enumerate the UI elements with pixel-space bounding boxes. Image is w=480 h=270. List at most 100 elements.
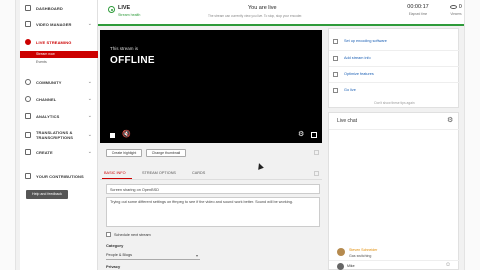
description-field[interactable]: Trying out some different settings on ff… [106,197,320,227]
create-icon [25,149,31,155]
community-icon [25,79,31,85]
info-icon [333,55,338,61]
sidebar-item-channel[interactable]: CHANNEL ⌄ [20,93,98,105]
sidebar-item-label: CHANNEL [36,96,57,102]
sidebar-item-video-manager[interactable]: VIDEO MANAGER ⌄ [20,18,98,30]
avatar [337,263,344,270]
analytics-icon [25,113,31,119]
sidebar-subitem-stream-now[interactable]: Stream now [20,51,98,58]
emoji-icon[interactable]: ☺ [445,262,451,268]
privacy-label: Privacy [106,264,121,269]
live-description: The stream can currently view you live. … [208,14,303,18]
sidebar-subitem-events[interactable]: Events [20,59,98,66]
info-tabs: BASIC INFO STREAM OPTIONS CARDS [100,168,322,180]
stop-icon[interactable] [110,133,115,138]
app-frame: DASHBOARD VIDEO MANAGER ⌄ LIVE STREAMING… [0,0,480,270]
optimize-icon [333,71,338,77]
tip-label: Go live [344,88,356,92]
go-live-icon [333,87,338,93]
encoder-icon [333,38,338,44]
sidebar-item-community[interactable]: COMMUNITY ⌄ [20,76,98,88]
chat-input[interactable]: Mike ☺ [329,260,460,270]
chevron-down-icon: ⌄ [87,21,92,27]
setup-tips-panel: Set up encoding software Add stream info… [328,28,460,108]
chat-author: Steven Schneider [349,248,378,252]
sidebar-item-label: LIVE STREAMING [36,39,72,45]
sidebar-item-label: YOUR CONTRIBUTIONS [36,173,84,179]
tip-optimize-features[interactable]: Optimize features [333,69,374,79]
popout-icon[interactable] [314,150,319,155]
category-value: People & Blogs [106,253,132,257]
video-manager-icon [25,21,31,27]
live-dot-icon [108,6,115,13]
stream-health-link[interactable]: Stream health [118,13,140,17]
channel-icon [25,96,31,102]
sidebar-item-label: DASHBOARD [36,5,63,11]
viewers-value: 0 [458,4,462,10]
sidebar-item-label: COMMUNITY [36,79,62,85]
viewers-stat: 0 Viewers [436,4,476,16]
viewers-label: Viewers [450,12,462,16]
tip-encoding-software[interactable]: Set up encoding software [333,36,387,46]
tab-basic-info[interactable]: BASIC INFO [104,171,126,175]
chevron-down-icon: ⌄ [87,113,92,119]
category-select[interactable]: People & Blogs ▾ [106,251,200,260]
sidebar-item-dashboard[interactable]: DASHBOARD [20,2,98,14]
divider [329,66,460,67]
create-highlight-button[interactable]: Create highlight [106,149,142,157]
sidebar-item-analytics[interactable]: ANALYTICS ⌄ [20,110,98,122]
tip-add-stream-info[interactable]: Add stream info [333,53,371,63]
schedule-label: Schedule next stream [114,232,151,237]
sidebar: DASHBOARD VIDEO MANAGER ⌄ LIVE STREAMING… [20,0,98,270]
live-streaming-icon [25,39,31,45]
change-thumbnail-button[interactable]: Change thumbnail [146,149,186,157]
video-preview[interactable]: This stream is OFFLINE 🔇 ⚙ [100,30,322,143]
sidebar-item-label: VIDEO MANAGER [36,21,72,27]
chevron-down-icon: ⌄ [87,149,92,155]
mute-icon[interactable]: 🔇 [122,131,131,139]
window-left-edge [0,0,16,270]
divider [329,50,460,51]
schedule-next-stream-row[interactable]: Schedule next stream [106,232,151,237]
elapsed-time-stat: 00:00:17 Elapsed time [398,4,438,16]
sidebar-item-label: TRANSLATIONS & TRANSCRIPTIONS [36,130,73,140]
title-field[interactable]: Screen sharing on OpenBSD [106,184,320,194]
live-status-line [98,24,464,26]
elapsed-time-value: 00:00:17 [407,4,429,10]
sidebar-item-live-streaming[interactable]: LIVE STREAMING [20,36,98,48]
tip-label: Optimize features [344,72,374,76]
help-feedback-button[interactable]: Help and feedback [26,190,68,199]
fullscreen-icon[interactable] [311,132,317,138]
tab-cards[interactable]: CARDS [192,171,205,175]
caret-down-icon: ▾ [195,253,198,258]
divider [329,82,460,83]
chat-settings-icon[interactable]: ⚙ [447,116,453,124]
stream-status: OFFLINE [110,55,155,66]
sidebar-item-create[interactable]: CREATE ⌄ [20,146,98,158]
tip-label: Add stream info [344,56,371,60]
chevron-down-icon: ⌄ [87,131,92,138]
external-link-icon[interactable] [314,171,319,176]
live-label: LIVE [118,5,131,11]
live-title: You are live [248,5,277,11]
chat-text: Gas switching [349,254,372,258]
sidebar-item-label: CREATE [36,149,53,155]
avatar [337,248,345,256]
sidebar-item-translations[interactable]: TRANSLATIONS & TRANSCRIPTIONS ⌄ [20,127,98,143]
tip-go-live[interactable]: Go live [333,85,356,95]
eye-icon [450,4,458,9]
sidebar-item-contributions[interactable]: YOUR CONTRIBUTIONS [20,170,98,182]
schedule-checkbox[interactable] [106,232,111,237]
dismiss-tips-link[interactable]: Don't show these tips again [329,101,460,105]
chevron-down-icon: ⌄ [87,79,92,85]
tip-label: Set up encoding software [344,39,387,43]
chevron-down-icon: ⌄ [87,96,92,102]
live-chat-title: Live chat [337,118,358,124]
stream-status-caption: This stream is [110,46,139,51]
translations-icon [25,132,31,138]
tab-stream-options[interactable]: STREAM OPTIONS [142,171,176,175]
chat-user-name: Mike [347,264,355,268]
sidebar-item-label: ANALYTICS [36,113,60,119]
active-tab-indicator [102,178,132,179]
settings-gear-icon[interactable]: ⚙ [298,131,306,139]
